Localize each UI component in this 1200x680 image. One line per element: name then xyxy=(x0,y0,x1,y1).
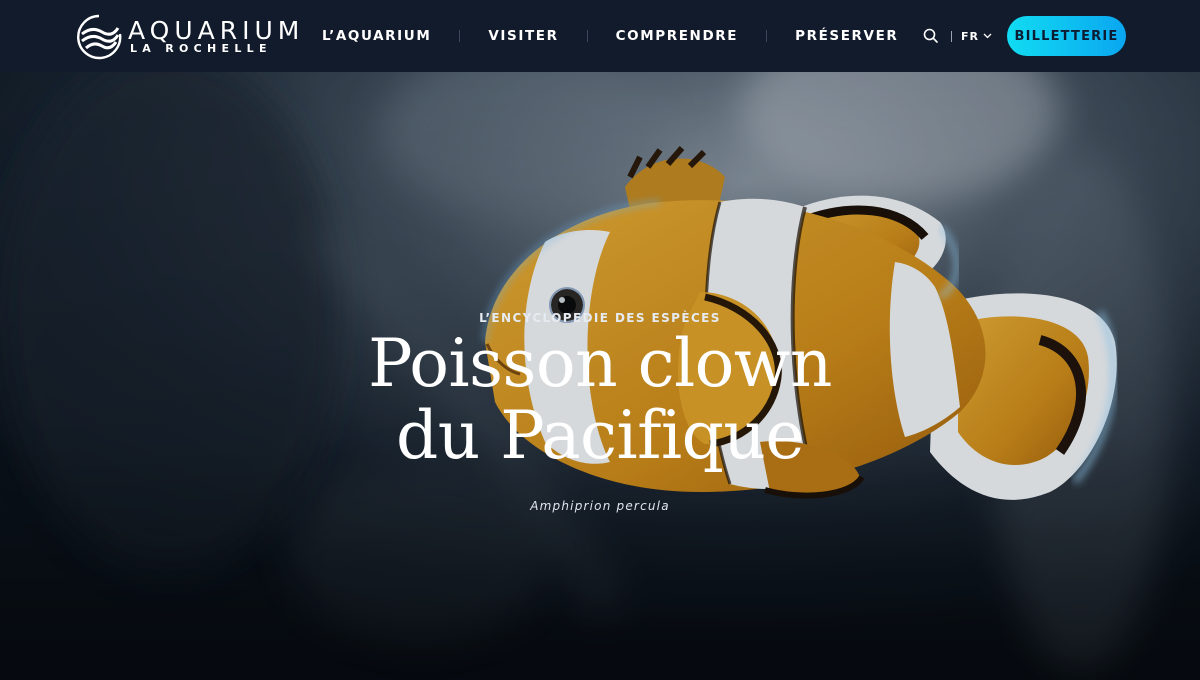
language-selector[interactable]: FR xyxy=(961,30,992,43)
hero-eyebrow: L’ENCYCLOPEDIE DES ESPÈCES xyxy=(479,311,721,325)
site-header: AQUARIUM LA ROCHELLE L’AQUARIUM VISITER … xyxy=(0,0,1200,72)
billetterie-button[interactable]: BILLETTERIE xyxy=(1007,16,1126,56)
chevron-down-icon xyxy=(983,33,992,39)
logo-subtitle: LA ROCHELLE xyxy=(130,42,272,55)
page-title: Poisson clown du Pacifique xyxy=(0,328,1200,472)
nav-item-preserver[interactable]: PRÉSERVER xyxy=(767,0,926,72)
title-line-2: du Pacifique xyxy=(396,397,804,474)
wave-logo-icon xyxy=(77,14,122,60)
header-tools: FR xyxy=(922,27,992,45)
tools-divider xyxy=(951,30,952,42)
language-current: FR xyxy=(961,29,979,43)
title-line-1: Poisson clown xyxy=(368,325,832,402)
nav-item-visiter[interactable]: VISITER xyxy=(460,0,586,72)
main-nav: L’AQUARIUM VISITER COMPRENDRE PRÉSERVER xyxy=(294,0,926,72)
nav-item-comprendre[interactable]: COMPRENDRE xyxy=(588,0,766,72)
logo-title: AQUARIUM xyxy=(128,16,305,45)
search-icon[interactable] xyxy=(922,27,940,45)
hero-text: L’ENCYCLOPEDIE DES ESPÈCES Poisson clown… xyxy=(0,72,1200,680)
logo-home-link[interactable]: AQUARIUM LA ROCHELLE xyxy=(76,14,299,60)
hero-section: L’ENCYCLOPEDIE DES ESPÈCES Poisson clown… xyxy=(0,72,1200,680)
scientific-name: Amphiprion percula xyxy=(530,499,670,513)
nav-item-aquarium[interactable]: L’AQUARIUM xyxy=(294,0,459,72)
